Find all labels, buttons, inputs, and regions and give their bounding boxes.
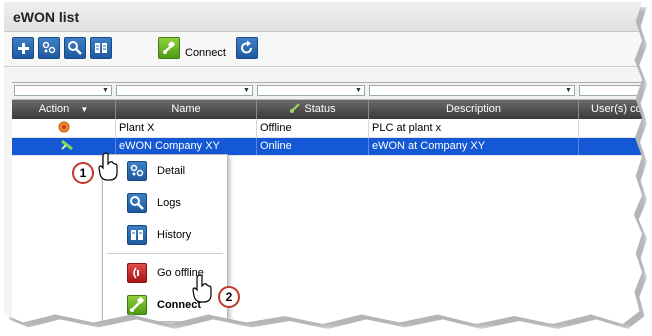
plug-icon (290, 103, 301, 113)
filter-row: ▼ ▼ ▼ ▼ (12, 83, 642, 100)
col-header-users[interactable]: User(s) co (579, 100, 642, 119)
chevron-down-icon[interactable]: ▼ (101, 87, 110, 95)
ewon-list-panel: eWON list Connect ▼ ▼ ▼ ▼ Action ▼ Name … (4, 2, 642, 324)
connect-button[interactable] (158, 37, 180, 59)
refresh-button[interactable] (236, 37, 258, 59)
col-header-description[interactable]: Description (369, 100, 579, 119)
groups-button[interactable] (38, 37, 60, 59)
col-header-action[interactable]: Action ▼ (12, 100, 116, 119)
row-status: Offline (257, 120, 369, 137)
row-description: eWON at Company XY (369, 138, 579, 155)
filter-status[interactable]: ▼ (257, 85, 365, 96)
connect-label[interactable]: Connect (185, 47, 226, 59)
refresh-icon (241, 40, 252, 54)
callout-badge-2: 2 (218, 286, 240, 308)
online-status-icon (61, 139, 73, 151)
add-icon (18, 43, 29, 54)
row-users (579, 120, 642, 137)
col-header-name[interactable]: Name (116, 100, 257, 119)
menu-item-detail[interactable]: Detail (103, 157, 227, 185)
offline-status-icon (58, 121, 69, 133)
filter-description[interactable]: ▼ (369, 85, 575, 96)
filter-action[interactable]: ▼ (14, 85, 112, 96)
menu-item-logs[interactable]: Logs (103, 189, 227, 217)
row-status: Online (257, 138, 369, 155)
menu-item-history[interactable]: History (103, 221, 227, 249)
toolbar: Connect (4, 32, 642, 67)
callout-badge-1: 1 (72, 162, 94, 184)
groups-icon (42, 41, 56, 54)
search-button[interactable] (64, 37, 86, 59)
table-row[interactable]: Plant X Offline PLC at plant x (12, 120, 642, 138)
chevron-down-icon[interactable]: ▼ (564, 87, 573, 95)
groups-icon (127, 161, 147, 181)
connect-icon (127, 295, 147, 315)
filter-name[interactable]: ▼ (116, 85, 253, 96)
menu-separator (107, 253, 223, 254)
book-icon (127, 225, 147, 245)
row-description: PLC at plant x (369, 120, 579, 137)
action-cell[interactable] (12, 120, 116, 137)
connect-icon (163, 40, 176, 54)
row-name: eWON Company XY (116, 138, 257, 155)
col-header-status[interactable]: Status (257, 100, 369, 119)
add-button[interactable] (12, 37, 34, 59)
title-bar: eWON list (4, 2, 642, 32)
hand-cursor-icon (192, 274, 212, 303)
row-name: Plant X (116, 120, 257, 137)
search-icon (68, 41, 82, 55)
header-row: Action ▼ Name Status Description User(s)… (12, 100, 642, 119)
history-button[interactable] (90, 37, 112, 59)
chevron-down-icon[interactable]: ▼ (354, 87, 363, 95)
hand-cursor-icon (98, 152, 118, 181)
row-users (579, 138, 642, 155)
filter-users[interactable] (579, 85, 642, 96)
go-offline-icon (127, 263, 147, 283)
window-title: eWON list (13, 9, 80, 25)
search-icon (127, 193, 147, 213)
sort-down-icon[interactable]: ▼ (80, 105, 88, 114)
book-icon (95, 43, 107, 53)
chevron-down-icon[interactable]: ▼ (242, 87, 251, 95)
